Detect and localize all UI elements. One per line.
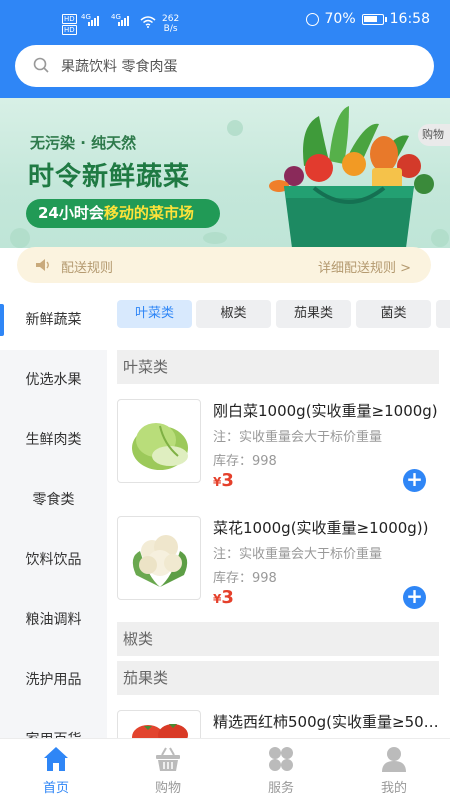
hd-label: HD	[62, 14, 77, 24]
product-note: 注：实收重量会大于标价重量	[213, 430, 383, 445]
section-header-leafy: 叶菜类	[117, 350, 439, 384]
sidebar-item-vegetables[interactable]: 新鲜蔬菜	[0, 290, 107, 350]
promo-banner[interactable]: 无污染 · 纯天然 时令新鲜蔬菜 24小时会移动的菜市场 购物	[0, 98, 450, 248]
nav-home[interactable]: 首页	[0, 739, 112, 800]
banner-slogan: 无污染 · 纯天然	[30, 134, 137, 152]
product-price: ¥3	[213, 470, 234, 491]
alarm-icon	[305, 12, 319, 26]
nav-profile-label: 我的	[380, 781, 407, 796]
add-to-cart-button[interactable]: +	[403, 586, 426, 609]
tab-pepper[interactable]: 椒类	[196, 300, 271, 328]
nav-home-label: 首页	[42, 781, 69, 796]
price-value: 3	[221, 470, 234, 491]
product-name[interactable]: 菜花1000g(实收重量≥1000g))	[213, 517, 439, 538]
user-icon	[382, 747, 406, 772]
hd-label: HD	[62, 25, 77, 35]
status-bar: HD HD 4G 4G 262 B/s 70% 16:58	[0, 0, 450, 38]
product-stock: 库存：998	[213, 571, 277, 586]
product-image[interactable]	[117, 710, 201, 738]
search-icon	[33, 57, 49, 73]
nav-service[interactable]: 服务	[225, 739, 337, 800]
signal-icon: 4G	[81, 13, 99, 26]
home-icon	[44, 747, 68, 771]
basket-icon	[156, 747, 180, 771]
category-sidebar: 新鲜蔬菜 优选水果 生鲜肉类 零食类 饮料饮品 粮油调料 洗护用品 家用百货	[0, 290, 107, 738]
product-name[interactable]: 精选西红柿500g(实收重量≥500g)	[213, 711, 439, 732]
clock: 16:58	[389, 11, 430, 27]
tab-leafy[interactable]: 叶菜类	[117, 300, 192, 328]
network-speed-unit: B/s	[163, 24, 178, 34]
banner-pill: 24小时会移动的菜市场	[26, 199, 220, 228]
banner-pill-prefix: 24小时会	[38, 204, 104, 222]
battery-icon	[361, 13, 387, 25]
delivery-rules-label: 配送规则	[61, 261, 114, 276]
product-image[interactable]	[117, 516, 201, 600]
banner-side-tag[interactable]: 购物	[418, 124, 450, 146]
sidebar-item-snacks[interactable]: 零食类	[0, 470, 107, 530]
hd-indicator: HD HD	[62, 14, 77, 36]
product-stock: 库存：998	[213, 454, 277, 469]
header: HD HD 4G 4G 262 B/s 70% 16:58 果蔬饮料 零食肉蛋	[0, 0, 450, 98]
battery-percent: 70%	[324, 11, 356, 27]
product-price: ¥3	[213, 587, 234, 608]
tomato-image	[132, 724, 188, 738]
cabbage-image	[132, 423, 188, 470]
banner-pill-highlight: 移动的菜市场	[103, 204, 194, 222]
search-bar[interactable]: 果蔬饮料 零食肉蛋	[15, 45, 434, 87]
bottom-navigation: 首页 购物 服务 我的	[0, 738, 450, 800]
vegetable-basket-image	[269, 106, 434, 248]
cauliflower-image	[132, 535, 188, 587]
add-to-cart-button[interactable]: +	[403, 469, 426, 492]
sidebar-item-fruits[interactable]: 优选水果	[0, 350, 107, 410]
section-header-fruit-veg: 茄果类	[117, 661, 439, 695]
wifi-icon	[140, 16, 156, 28]
grid-icon	[269, 747, 293, 771]
sidebar-item-drinks[interactable]: 饮料饮品	[0, 530, 107, 590]
nav-profile[interactable]: 我的	[338, 739, 450, 800]
product-image[interactable]	[117, 399, 201, 483]
price-value: 3	[221, 587, 234, 608]
network-speed: 262 B/s	[162, 14, 179, 34]
nav-shopping[interactable]: 购物	[112, 739, 224, 800]
sim1-label: 4G	[81, 13, 91, 21]
tab-mushroom[interactable]: 菌类	[356, 300, 431, 328]
sidebar-item-household[interactable]: 家用百货	[0, 710, 107, 738]
section-header-pepper: 椒类	[117, 622, 439, 656]
network-speed-value: 262	[162, 14, 180, 24]
delivery-notice[interactable]: 配送规则 详细配送规则 >	[17, 247, 431, 283]
sidebar-item-grain-oil[interactable]: 粮油调料	[0, 590, 107, 650]
sidebar-item-toiletries[interactable]: 洗护用品	[0, 650, 107, 710]
nav-shopping-label: 购物	[154, 781, 181, 796]
tab-overflow[interactable]	[436, 300, 450, 328]
signal-icon: 4G	[111, 13, 129, 26]
delivery-rules-detail-link[interactable]: 详细配送规则 >	[318, 257, 411, 276]
nav-service-label: 服务	[267, 781, 294, 796]
search-placeholder: 果蔬饮料 零食肉蛋	[61, 59, 178, 75]
banner-title: 时令新鲜蔬菜	[28, 162, 191, 192]
sim2-label: 4G	[111, 13, 121, 21]
product-name[interactable]: 刚白菜1000g(实收重量≥1000g)	[213, 400, 439, 421]
product-note: 注：实收重量会大于标价重量	[213, 547, 383, 562]
tab-fruit-veg[interactable]: 茄果类	[276, 300, 351, 328]
status-right: 70% 16:58	[305, 11, 430, 27]
sidebar-item-meat[interactable]: 生鲜肉类	[0, 410, 107, 470]
speaker-icon	[36, 259, 49, 271]
